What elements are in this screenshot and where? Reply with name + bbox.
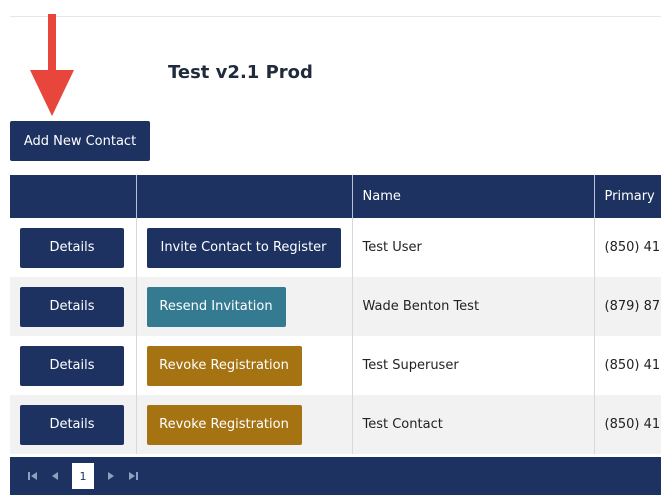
- table-row: Details Resend Invitation Wade Benton Te…: [10, 277, 661, 336]
- next-page-icon[interactable]: [100, 465, 122, 487]
- invite-contact-button[interactable]: Invite Contact to Register: [146, 227, 341, 268]
- primary-phone-cell: (850) 412: [594, 336, 661, 395]
- add-new-contact-button[interactable]: Add New Contact: [10, 121, 150, 161]
- action-cell: Invite Contact to Register: [136, 218, 353, 277]
- name-cell: Test Superuser: [352, 336, 595, 395]
- table-row: Details Invite Contact to Register Test …: [10, 218, 661, 277]
- primary-phone-cell: (850) 412: [594, 218, 661, 277]
- column-header-action: [136, 175, 353, 218]
- name-cell: Test Contact: [352, 395, 595, 454]
- page-title: Test v2.1 Prod: [168, 62, 313, 83]
- column-header-name[interactable]: Name: [352, 175, 595, 218]
- last-page-icon[interactable]: [122, 465, 144, 487]
- prev-page-icon[interactable]: [44, 465, 66, 487]
- revoke-registration-button[interactable]: Revoke Registration: [146, 345, 302, 386]
- column-header-details: [10, 175, 137, 218]
- table-row: Details Revoke Registration Test Contact…: [10, 395, 661, 454]
- details-button[interactable]: Details: [20, 286, 124, 327]
- action-cell: Revoke Registration: [136, 395, 353, 454]
- contacts-table: Name Primary Details Invite Contact to R…: [10, 175, 661, 454]
- name-cell: Test User: [352, 218, 595, 277]
- top-divider: [10, 16, 661, 17]
- details-cell: Details: [10, 277, 137, 336]
- details-button[interactable]: Details: [20, 345, 124, 386]
- contacts-grid: Name Primary Details Invite Contact to R…: [10, 175, 661, 495]
- column-header-primary[interactable]: Primary: [594, 175, 661, 218]
- table-row: Details Revoke Registration Test Superus…: [10, 336, 661, 395]
- first-page-icon[interactable]: [22, 465, 44, 487]
- resend-invitation-button[interactable]: Resend Invitation: [146, 286, 286, 327]
- pagination-bar: 1: [10, 457, 661, 495]
- current-page-button[interactable]: 1: [72, 463, 94, 489]
- details-cell: Details: [10, 336, 137, 395]
- name-cell: Wade Benton Test: [352, 277, 595, 336]
- details-button[interactable]: Details: [20, 227, 124, 268]
- action-cell: Revoke Registration: [136, 336, 353, 395]
- primary-phone-cell: (879) 879: [594, 277, 661, 336]
- table-header-row: Name Primary: [10, 175, 661, 218]
- primary-phone-cell: (850) 412: [594, 395, 661, 454]
- arrow-down-icon: [30, 14, 74, 116]
- revoke-registration-button[interactable]: Revoke Registration: [146, 404, 302, 445]
- details-cell: Details: [10, 395, 137, 454]
- details-button[interactable]: Details: [20, 404, 124, 445]
- details-cell: Details: [10, 218, 137, 277]
- action-cell: Resend Invitation: [136, 277, 353, 336]
